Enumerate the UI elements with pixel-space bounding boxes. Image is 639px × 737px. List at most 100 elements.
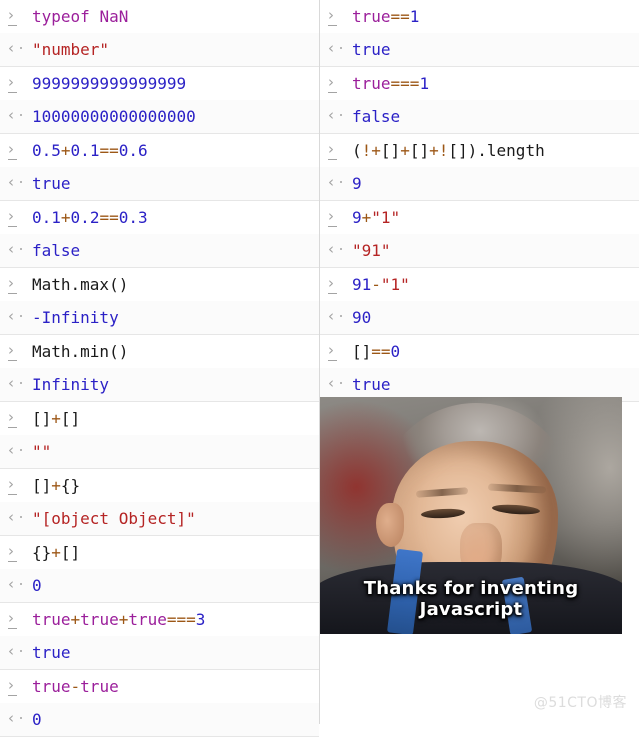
console-input-line[interactable]: › true+true+true===3 xyxy=(0,603,319,636)
console-output-line[interactable]: ‹ Infinity xyxy=(0,368,319,401)
input-chevron-icon: › xyxy=(328,8,352,26)
code-token: ! xyxy=(361,141,372,160)
console-input-code: []==0 xyxy=(352,342,400,361)
code-token: + xyxy=(371,141,381,160)
console-input-line[interactable]: › true==1 xyxy=(320,0,639,33)
console-output-line[interactable]: ‹ "number" xyxy=(0,33,319,66)
input-chevron-icon: › xyxy=(8,611,32,629)
output-chevron-icon: ‹ xyxy=(8,309,32,324)
console-input-code: 9+"1" xyxy=(352,208,400,227)
input-chevron-icon: › xyxy=(8,75,32,93)
code-token: Math.max() xyxy=(32,275,129,294)
console-output-line[interactable]: ‹ true xyxy=(0,636,319,669)
console-input-line[interactable]: › 9+"1" xyxy=(320,201,639,234)
code-token: true xyxy=(80,677,119,696)
console-output-line[interactable]: ‹ 90 xyxy=(320,301,639,334)
console-entry: › {}+[] ‹ 0 xyxy=(0,536,319,603)
console-output-value: "[object Object]" xyxy=(32,509,196,528)
code-token: false xyxy=(32,241,81,260)
input-chevron-icon: › xyxy=(8,276,32,294)
input-chevron-icon: › xyxy=(328,209,352,227)
console-input-line[interactable]: › (!+[]+[]+![]).length xyxy=(320,134,639,167)
code-token: 9999999999999999 xyxy=(32,74,187,93)
meme-caption: Thanks for inventing Javascript xyxy=(363,578,579,620)
console-output-line[interactable]: ‹ false xyxy=(0,234,319,267)
output-chevron-icon: ‹ xyxy=(8,41,32,56)
console-output-value: 90 xyxy=(352,308,371,327)
console-entry: › true-true ‹ 0 xyxy=(0,670,319,737)
console-input-line[interactable]: › []+{} xyxy=(0,469,319,502)
console-input-line[interactable]: › 9999999999999999 xyxy=(0,67,319,100)
input-chevron-icon: › xyxy=(8,544,32,562)
code-token: true xyxy=(352,7,391,26)
code-token: {} xyxy=(60,476,81,495)
code-token: "1" xyxy=(380,275,410,294)
code-token: [] xyxy=(60,543,81,562)
input-chevron-icon: › xyxy=(328,75,352,93)
console-output-value: true xyxy=(352,375,391,394)
code-token: === xyxy=(166,610,196,629)
console-input-line[interactable]: › []==0 xyxy=(320,335,639,368)
console-input-line[interactable]: › typeof NaN xyxy=(0,0,319,33)
console-output-line[interactable]: ‹ 0 xyxy=(0,703,319,736)
console-output-line[interactable]: ‹ -Infinity xyxy=(0,301,319,334)
code-token: true xyxy=(32,174,71,193)
console-input-line[interactable]: › 0.1+0.2==0.3 xyxy=(0,201,319,234)
console-entry: › []+[] ‹ "" xyxy=(0,402,319,469)
code-token: true xyxy=(32,677,71,696)
console-output-line[interactable]: ‹ 0 xyxy=(0,569,319,602)
console-output-line[interactable]: ‹ "91" xyxy=(320,234,639,267)
output-chevron-icon: ‹ xyxy=(328,108,352,123)
input-chevron-icon: › xyxy=(8,678,32,696)
code-token: == xyxy=(99,208,119,227)
code-token: 0.5 xyxy=(32,141,61,160)
console-input-line[interactable]: › {}+[] xyxy=(0,536,319,569)
code-token: == xyxy=(390,7,410,26)
console-entry: › []+{} ‹ "[object Object]" xyxy=(0,469,319,536)
console-input-line[interactable]: › 0.5+0.1==0.6 xyxy=(0,134,319,167)
console-output-line[interactable]: ‹ "" xyxy=(0,435,319,468)
console-output-line[interactable]: ‹ "[object Object]" xyxy=(0,502,319,535)
code-token: 1 xyxy=(409,7,420,26)
console-input-line[interactable]: › 91-"1" xyxy=(320,268,639,301)
console-input-line[interactable]: › Math.max() xyxy=(0,268,319,301)
console-output-line[interactable]: ‹ 9 xyxy=(320,167,639,200)
code-token: Math.min() xyxy=(32,342,129,361)
console-input-line[interactable]: › true-true xyxy=(0,670,319,703)
output-chevron-icon: ‹ xyxy=(8,577,32,592)
code-token: false xyxy=(352,107,401,126)
console-output-line[interactable]: ‹ true xyxy=(0,167,319,200)
console-output-line[interactable]: ‹ false xyxy=(320,100,639,133)
output-chevron-icon: ‹ xyxy=(8,175,32,190)
code-token: + xyxy=(400,141,410,160)
console-entry: › []==0 ‹ true xyxy=(320,335,639,402)
console-output-line[interactable]: ‹ 10000000000000000 xyxy=(0,100,319,133)
console-entry: › true+true+true===3 ‹ true xyxy=(0,603,319,670)
code-token: "91" xyxy=(352,241,391,260)
console-input-line[interactable]: › true===1 xyxy=(320,67,639,100)
output-chevron-icon: ‹ xyxy=(328,175,352,190)
code-token: === xyxy=(390,74,420,93)
output-chevron-icon: ‹ xyxy=(328,376,352,391)
console-input-code: true==1 xyxy=(352,7,419,26)
console-output-value: "" xyxy=(32,442,51,461)
console-input-line[interactable]: › []+[] xyxy=(0,402,319,435)
code-token: 10000000000000000 xyxy=(32,107,196,126)
meme-image: Thanks for inventing Javascript xyxy=(320,397,622,634)
code-token: == xyxy=(99,141,119,160)
console-input-line[interactable]: › Math.min() xyxy=(0,335,319,368)
code-token: 0 xyxy=(32,710,42,729)
code-token: 3 xyxy=(195,610,206,629)
output-chevron-icon: ‹ xyxy=(328,309,352,324)
console-output-value: true xyxy=(32,174,71,193)
code-token: "number" xyxy=(32,40,110,59)
input-chevron-icon: › xyxy=(8,209,32,227)
code-token: + xyxy=(51,409,61,428)
input-chevron-icon: › xyxy=(8,142,32,160)
console-entry: › 0.1+0.2==0.3 ‹ false xyxy=(0,201,319,268)
code-token: - xyxy=(371,275,381,294)
code-token: ! xyxy=(438,141,449,160)
code-token: [] xyxy=(409,141,430,160)
console-entry: › Math.max() ‹ -Infinity xyxy=(0,268,319,335)
console-output-line[interactable]: ‹ true xyxy=(320,33,639,66)
